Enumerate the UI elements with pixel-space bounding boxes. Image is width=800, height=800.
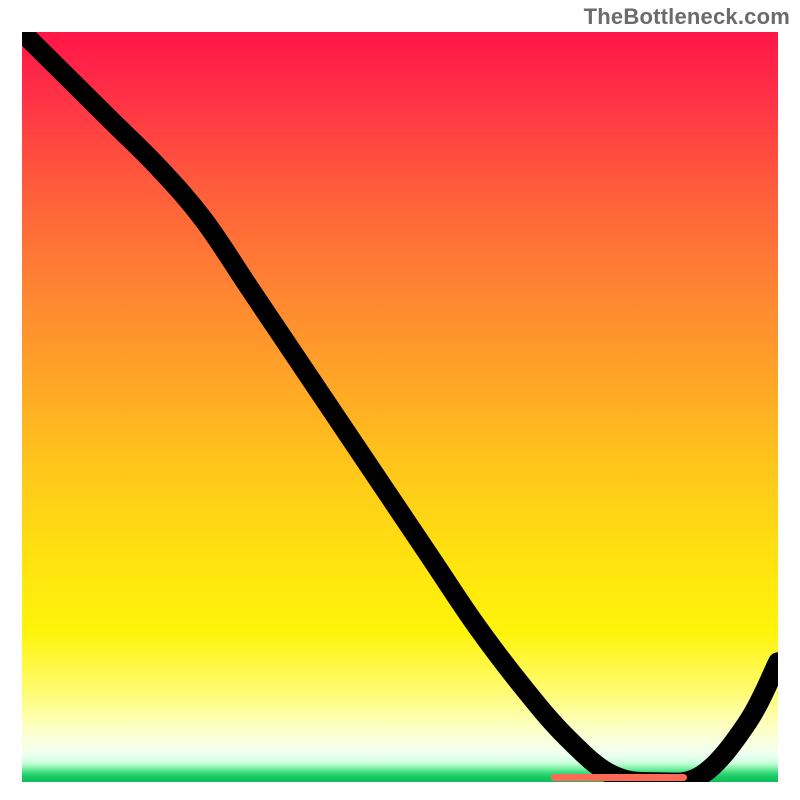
attribution-label: TheBottleneck.com	[584, 4, 790, 30]
chart-frame: TheBottleneck.com	[0, 0, 800, 800]
plot-area	[22, 32, 778, 782]
curve-layer	[22, 32, 778, 782]
optimal-range-marker	[551, 774, 687, 781]
bottleneck-curve	[22, 32, 778, 782]
